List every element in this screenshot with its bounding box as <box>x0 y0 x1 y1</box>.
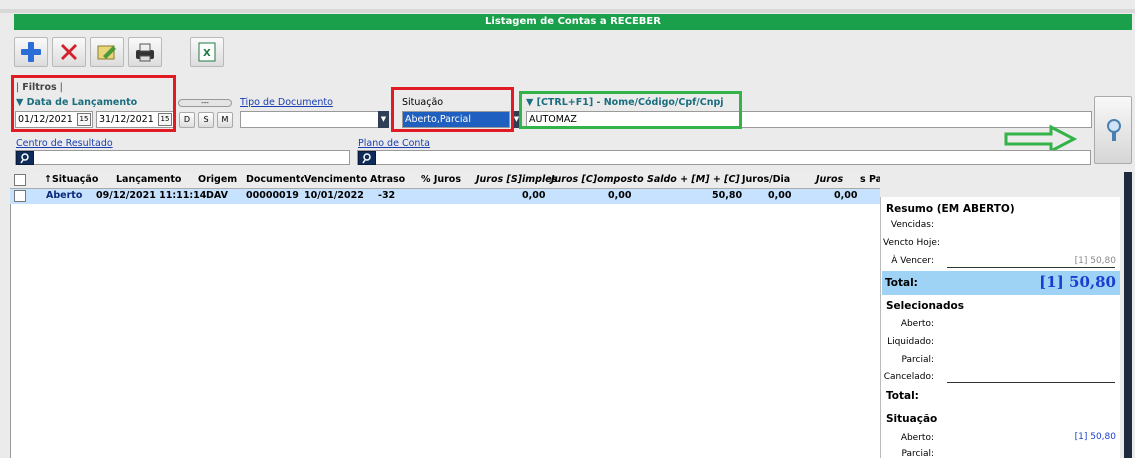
cell-juros-composto: 0,00 <box>608 190 632 201</box>
selected-total-label: Total: <box>886 390 919 402</box>
parcial-label: Parcial: <box>901 355 934 365</box>
plano-conta-label[interactable]: Plano de Conta <box>358 138 430 149</box>
col-truncated[interactable]: s Pa <box>860 174 880 185</box>
plano-conta-input[interactable] <box>357 150 1091 165</box>
delete-button[interactable] <box>52 37 86 67</box>
cancelado-label: Cancelado: <box>883 372 934 382</box>
print-button[interactable] <box>128 37 162 67</box>
export-excel-button[interactable]: X <box>190 37 224 67</box>
col-perc-juros[interactable]: % Juros <box>421 174 461 185</box>
col-juros[interactable]: Juros <box>816 174 843 185</box>
total-value: [1] 50,80 <box>1039 273 1116 291</box>
selecionados-title: Selecionados <box>886 300 964 312</box>
doc-type-label[interactable]: Tipo de Documento <box>240 97 333 108</box>
annotation-box-situacao <box>391 87 514 132</box>
x-icon <box>61 44 77 60</box>
annotation-box-name <box>519 91 742 129</box>
svg-text:X: X <box>203 48 211 59</box>
annotation-box-date <box>11 75 176 132</box>
plano-search-icon[interactable] <box>358 151 376 165</box>
vertical-scrollbar[interactable] <box>1124 172 1132 458</box>
situacao-aberto-label: Aberto: <box>900 433 934 443</box>
select-all-checkbox[interactable] <box>14 174 26 186</box>
window-title: Listagem de Contas a RECEBER <box>14 14 1132 30</box>
plus-icon <box>21 42 41 62</box>
aberto-label: Aberto: <box>900 319 934 329</box>
a-vencer-label: À Vencer: <box>891 256 934 266</box>
cell-vencimento: 10/01/2022 <box>304 190 364 201</box>
period-day-button[interactable]: D <box>179 112 195 128</box>
excel-icon: X <box>198 42 216 62</box>
centro-resultado-label[interactable]: Centro de Resultado <box>16 138 113 149</box>
col-origem[interactable]: Origem <box>198 174 237 185</box>
col-vencimento[interactable]: Vencimento <box>304 174 367 185</box>
title-bar: Listagem de Contas a RECEBER <box>0 0 1135 32</box>
total-label: Total: <box>885 277 918 289</box>
situacao-title: Situação <box>886 413 938 425</box>
row-checkbox[interactable] <box>14 190 26 202</box>
range-slider[interactable]: --- <box>178 99 232 107</box>
grid-header: ↑Situação Lançamento Origem Documento Ve… <box>10 172 880 189</box>
col-documento[interactable]: Documento <box>246 174 304 185</box>
cell-origem: DAV <box>206 190 228 201</box>
total-band: Total: [1] 50,80 <box>882 271 1120 295</box>
doc-type-select[interactable] <box>240 111 388 128</box>
add-button[interactable] <box>14 37 48 67</box>
accounts-grid[interactable] <box>10 172 880 458</box>
printer-icon <box>136 43 154 62</box>
col-juros-composto[interactable]: Juros [C]omposto <box>551 174 644 185</box>
centro-resultado-input[interactable] <box>15 150 350 165</box>
search-button[interactable] <box>1094 96 1132 164</box>
cell-documento: 00000019 <box>246 190 299 201</box>
summary-title: Resumo (EM ABERTO) <box>886 203 1015 215</box>
col-situacao[interactable]: ↑Situação <box>44 174 98 185</box>
table-row[interactable]: Aberto 09/12/2021 11:11:14 DAV 00000019 … <box>10 189 880 204</box>
a-vencer-value: [1] 50,80 <box>1074 256 1116 266</box>
doc-type-dropdown-icon[interactable]: ▼ <box>378 111 389 128</box>
edit-button[interactable] <box>90 37 124 67</box>
cell-juros-dia: 0,00 <box>768 190 792 201</box>
period-week-button[interactable]: S <box>198 112 214 128</box>
centro-search-icon[interactable] <box>16 151 34 165</box>
vencto-hoje-label: Vencto Hoje: <box>883 238 940 248</box>
col-juros-dia[interactable]: Juros/Dia <box>742 174 790 185</box>
cell-atraso: -32 <box>378 190 396 201</box>
cell-situacao: Aberto <box>46 190 83 201</box>
cell-juros: 0,00 <box>834 190 858 201</box>
col-saldo[interactable]: Saldo + [M] + [C] <box>647 174 740 185</box>
col-juros-simples[interactable]: Juros [S]imples <box>476 174 557 185</box>
col-lancamento[interactable]: Lançamento <box>116 174 181 185</box>
liquidado-label: Liquidado: <box>887 337 934 347</box>
cell-juros-simples: 0,00 <box>522 190 546 201</box>
summary-panel: Resumo (EM ABERTO) Vencidas: Vencto Hoje… <box>880 197 1120 458</box>
situacao-parcial-label: Parcial: <box>901 449 934 458</box>
vencidas-label: Vencidas: <box>890 220 934 230</box>
col-atraso[interactable]: Atraso <box>370 174 405 185</box>
period-month-button[interactable]: M <box>217 112 233 128</box>
edit-icon <box>97 45 116 60</box>
cell-saldo: 50,80 <box>712 190 743 201</box>
situacao-aberto-value: [1] 50,80 <box>1074 432 1116 442</box>
search-filter-icon <box>1107 119 1121 141</box>
cell-lancamento: 09/12/2021 11:11:14 <box>96 190 207 201</box>
